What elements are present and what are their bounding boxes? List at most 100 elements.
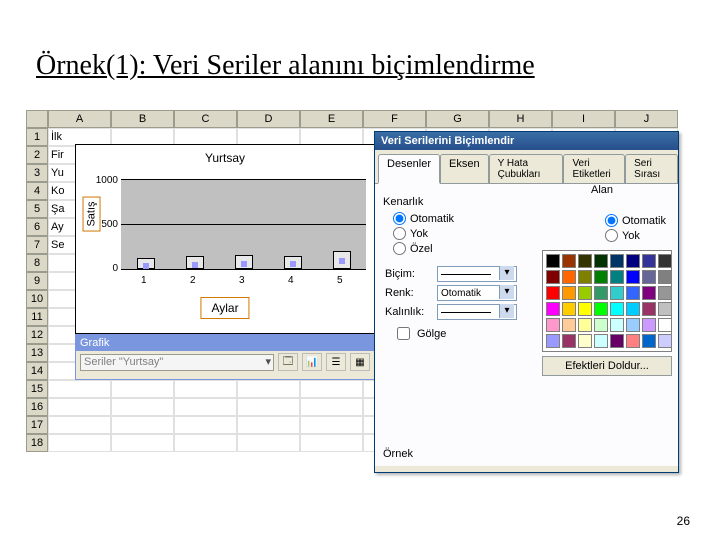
color-swatch[interactable] (578, 270, 592, 284)
color-swatch[interactable] (626, 334, 640, 348)
row-header[interactable]: 5 (26, 200, 48, 218)
chart-bar[interactable] (235, 255, 253, 269)
cell[interactable] (174, 398, 237, 416)
row-header[interactable]: 18 (26, 434, 48, 452)
color-swatch[interactable] (658, 270, 672, 284)
cell[interactable] (48, 380, 111, 398)
cell[interactable] (111, 398, 174, 416)
color-swatch[interactable] (578, 318, 592, 332)
tab-y-hata[interactable]: Y Hata Çubukları (489, 154, 564, 183)
cell[interactable] (300, 416, 363, 434)
cell[interactable] (237, 398, 300, 416)
column-header[interactable]: C (174, 110, 237, 128)
row-header[interactable]: 11 (26, 308, 48, 326)
chart-bar[interactable] (333, 251, 351, 269)
cell[interactable] (237, 416, 300, 434)
color-swatch[interactable] (562, 286, 576, 300)
row-header[interactable]: 17 (26, 416, 48, 434)
cell[interactable] (300, 398, 363, 416)
color-swatch[interactable] (578, 286, 592, 300)
tab-seri-sirasi[interactable]: Seri Sırası (625, 154, 678, 183)
color-swatch[interactable] (642, 302, 656, 316)
cell[interactable] (300, 380, 363, 398)
row-header[interactable]: 2 (26, 146, 48, 164)
column-header[interactable]: B (111, 110, 174, 128)
color-swatch[interactable] (658, 254, 672, 268)
cell[interactable] (48, 416, 111, 434)
shadow-checkbox[interactable] (397, 327, 410, 340)
column-header[interactable]: J (615, 110, 678, 128)
data-table-toggle-icon[interactable]: ▦ (350, 353, 370, 371)
color-swatch[interactable] (562, 302, 576, 316)
color-swatch[interactable] (626, 286, 640, 300)
color-swatch[interactable] (626, 270, 640, 284)
color-swatch[interactable] (594, 254, 608, 268)
color-swatch[interactable] (578, 302, 592, 316)
cell[interactable] (174, 434, 237, 452)
column-header[interactable]: G (426, 110, 489, 128)
chart-bar[interactable] (284, 256, 302, 270)
tab-eksen[interactable]: Eksen (440, 154, 489, 183)
color-swatch[interactable] (610, 270, 624, 284)
color-swatch[interactable] (578, 334, 592, 348)
color-swatch[interactable] (546, 286, 560, 300)
row-header[interactable]: 4 (26, 182, 48, 200)
color-swatch[interactable] (546, 254, 560, 268)
color-swatch[interactable] (562, 334, 576, 348)
cell[interactable] (48, 398, 111, 416)
border-radio-yok[interactable] (393, 227, 406, 240)
border-color-combo[interactable]: Otomatik (437, 285, 517, 301)
color-swatch[interactable] (562, 318, 576, 332)
select-all-corner[interactable] (26, 110, 48, 128)
border-radio-otomatik[interactable] (393, 212, 406, 225)
color-swatch[interactable] (610, 286, 624, 300)
color-swatch[interactable] (594, 318, 608, 332)
color-swatch[interactable] (562, 270, 576, 284)
color-swatch[interactable] (562, 254, 576, 268)
color-swatch[interactable] (610, 334, 624, 348)
color-swatch[interactable] (642, 270, 656, 284)
cell[interactable] (237, 380, 300, 398)
border-weight-combo[interactable] (437, 304, 517, 320)
cell[interactable] (174, 416, 237, 434)
color-swatch[interactable] (642, 334, 656, 348)
embedded-chart[interactable]: Yurtsay Satış 1000 500 0 Aylar 12345 (75, 144, 375, 334)
row-header[interactable]: 3 (26, 164, 48, 182)
chart-bar[interactable] (137, 258, 155, 269)
color-swatch[interactable] (658, 302, 672, 316)
format-series-icon[interactable]: 🗔 (278, 353, 298, 371)
area-radio-yok[interactable] (605, 229, 618, 242)
row-header[interactable]: 8 (26, 254, 48, 272)
chart-x-axis-label[interactable]: Aylar (200, 297, 249, 319)
color-swatch[interactable] (546, 270, 560, 284)
color-swatch[interactable] (658, 334, 672, 348)
column-header[interactable]: E (300, 110, 363, 128)
color-swatch[interactable] (578, 254, 592, 268)
color-swatch[interactable] (594, 302, 608, 316)
chart-type-icon[interactable]: 📊 (302, 353, 322, 371)
chart-plot-area[interactable] (121, 179, 366, 269)
column-header[interactable]: I (552, 110, 615, 128)
tab-desenler[interactable]: Desenler (378, 154, 440, 184)
column-header[interactable]: H (489, 110, 552, 128)
color-swatch[interactable] (594, 334, 608, 348)
row-header[interactable]: 10 (26, 290, 48, 308)
row-header[interactable]: 6 (26, 218, 48, 236)
cell[interactable] (300, 434, 363, 452)
color-swatch[interactable] (610, 318, 624, 332)
row-header[interactable]: 1 (26, 128, 48, 146)
tab-veri-etiketleri[interactable]: Veri Etiketleri (563, 154, 625, 183)
cell[interactable] (111, 416, 174, 434)
color-swatch[interactable] (546, 302, 560, 316)
cell[interactable] (237, 434, 300, 452)
row-header[interactable]: 9 (26, 272, 48, 290)
color-swatch[interactable] (610, 254, 624, 268)
cell[interactable] (111, 434, 174, 452)
column-header[interactable]: A (48, 110, 111, 128)
color-swatch[interactable] (642, 286, 656, 300)
row-header[interactable]: 12 (26, 326, 48, 344)
border-style-combo[interactable] (437, 266, 517, 282)
color-swatch[interactable] (546, 318, 560, 332)
fill-effects-button[interactable]: Efektleri Doldur... (542, 356, 672, 376)
color-swatch[interactable] (658, 286, 672, 300)
